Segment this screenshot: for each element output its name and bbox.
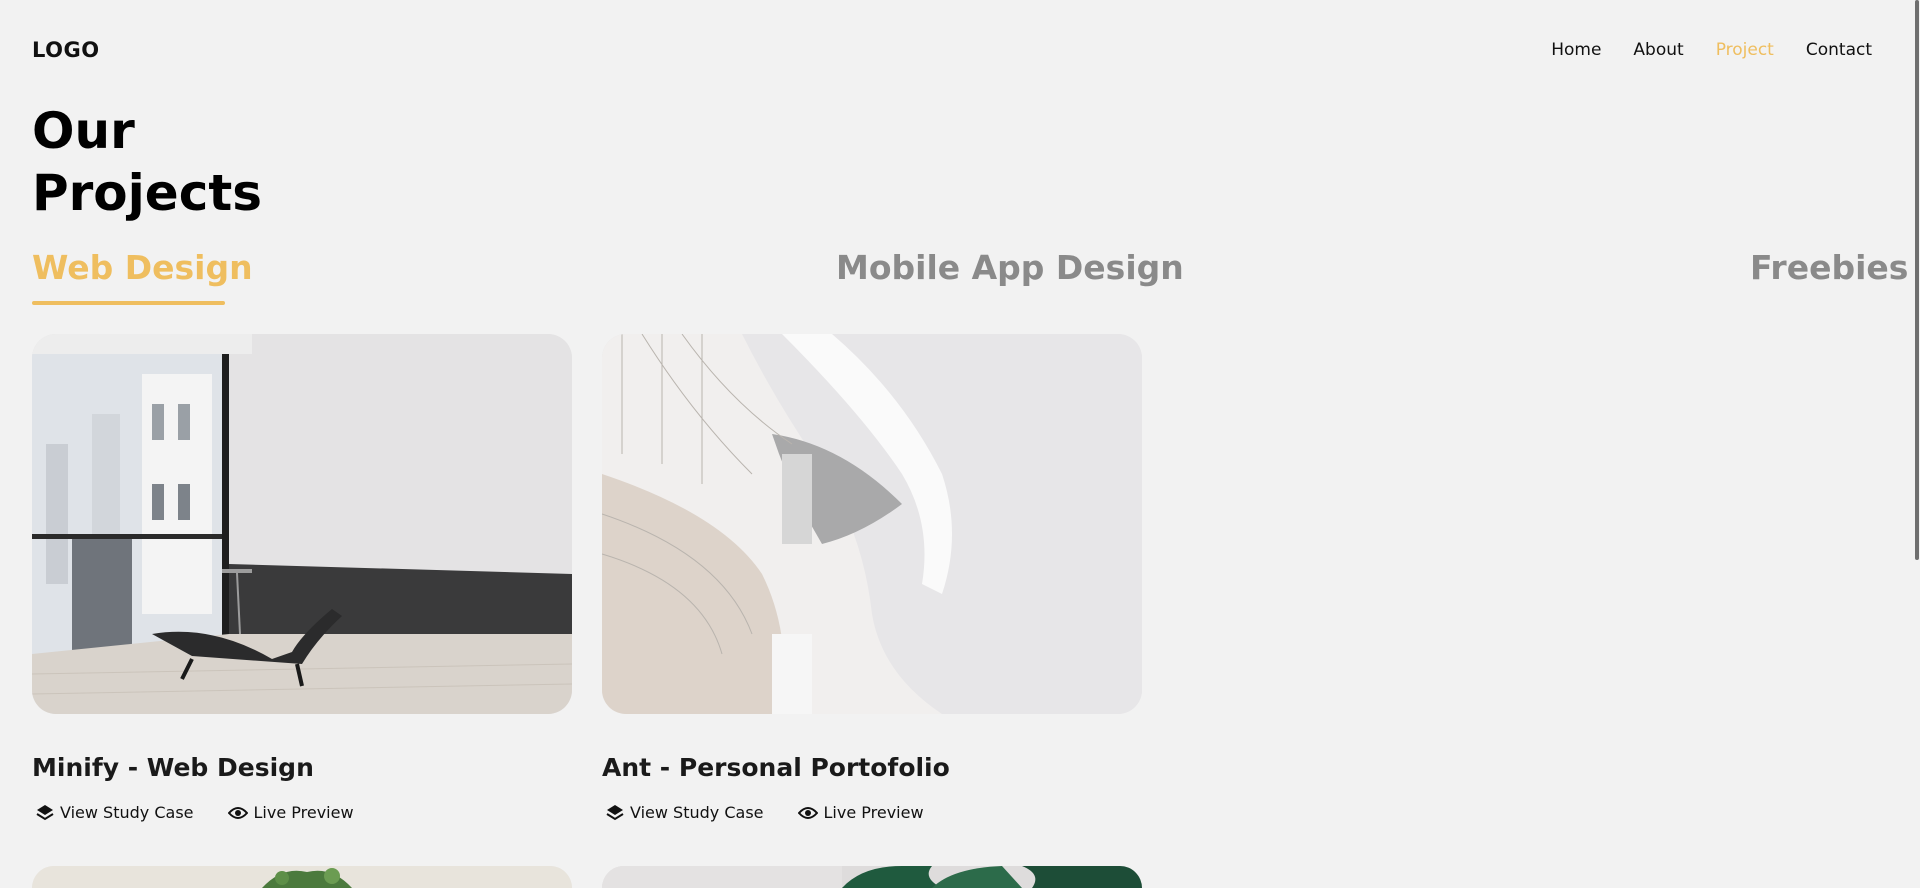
live-preview-button[interactable]: Live Preview [797,803,924,822]
main-nav: Home About Project Contact [1551,40,1872,60]
layers-icon [606,804,624,822]
logo[interactable]: LOGO [32,38,100,62]
scrollbar[interactable] [1914,0,1920,888]
layers-icon [36,804,54,822]
view-study-case-button[interactable]: View Study Case [606,803,764,822]
nav-about[interactable]: About [1633,40,1683,60]
project-image-ant[interactable] [602,334,1142,714]
site-header: LOGO Home About Project Contact [32,36,1872,66]
plant-photo [32,866,572,888]
interior-photo [32,334,572,714]
nav-home[interactable]: Home [1551,40,1601,60]
scrollbar-thumb[interactable] [1915,0,1919,560]
nav-contact[interactable]: Contact [1806,40,1872,60]
live-preview-label: Live Preview [823,803,924,822]
project-title[interactable]: Ant - Personal Portofolio [602,753,950,782]
architecture-photo [602,334,1142,714]
project-image-next-2[interactable] [602,866,1142,888]
tab-web-design[interactable]: Web Design [32,246,253,290]
eye-icon [227,805,248,821]
project-actions: View Study Case Live Preview [36,803,354,822]
view-study-case-button[interactable]: View Study Case [36,803,194,822]
live-preview-button[interactable]: Live Preview [227,803,354,822]
tab-freebies[interactable]: Freebies [1750,246,1908,290]
tab-mobile-app-design[interactable]: Mobile App Design [836,246,1184,290]
live-preview-label: Live Preview [253,803,354,822]
project-image-minify[interactable] [32,334,572,714]
nav-project[interactable]: Project [1716,40,1774,60]
monstera-photo [602,866,1142,888]
eye-icon [797,805,818,821]
active-tab-indicator [32,301,225,305]
page-title: Our Projects [32,102,263,222]
view-study-case-label: View Study Case [630,803,764,822]
project-image-next-1[interactable] [32,866,572,888]
view-study-case-label: View Study Case [60,803,194,822]
project-title[interactable]: Minify - Web Design [32,753,314,782]
project-actions: View Study Case Live Preview [606,803,924,822]
